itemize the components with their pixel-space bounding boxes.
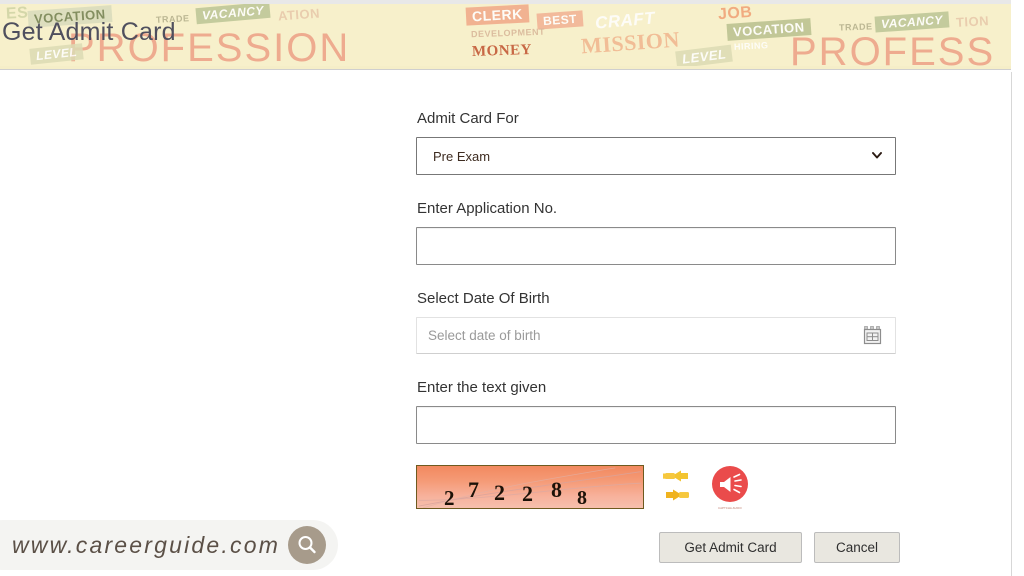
- banner-word-chip: TION: [955, 13, 990, 30]
- banner-word-chip: DEVELOPMENT: [470, 26, 546, 40]
- field-application-no: Enter Application No.: [416, 200, 896, 265]
- search-magnifier-icon: [288, 526, 327, 564]
- page-header-banner: PROFESSION PROFESS VOCATION TRADE VACANCY ATI…: [0, 0, 1011, 70]
- banner-word-chip: TRADE: [838, 21, 873, 33]
- captcha-digits: 272288: [417, 466, 643, 508]
- field-date-of-birth: Select Date Of Birth: [416, 290, 896, 354]
- page-right-margin: [1012, 72, 1024, 576]
- label-admit-card-for: Admit Card For: [417, 110, 519, 127]
- label-application-no: Enter Application No.: [417, 200, 558, 217]
- select-admit-card-for[interactable]: Pre Exam: [416, 137, 896, 175]
- get-admit-card-button[interactable]: Get Admit Card: [659, 532, 802, 563]
- captcha-text-input[interactable]: [416, 406, 896, 444]
- captcha-image: 272288: [416, 465, 644, 509]
- captcha-digit: 2: [522, 481, 533, 506]
- admit-card-form: Admit Card For Pre Exam Enter Applicatio…: [416, 110, 896, 444]
- banner-word-chip: ATION: [277, 5, 321, 24]
- page-title: Get Admit Card: [2, 18, 176, 46]
- field-captcha-text: Enter the text given: [416, 379, 896, 444]
- banner-word-chip: VACANCY: [195, 4, 271, 25]
- watermark-careerguide: www.careerguide.com: [0, 520, 339, 570]
- captcha-digit: 2: [444, 486, 455, 509]
- banner-bigword: PROFESS: [790, 30, 996, 66]
- captcha-digit: 2: [494, 480, 505, 505]
- banner-word-chip: CLERK: [465, 4, 530, 26]
- captcha-audio-icon[interactable]: CAPTCHA AUDIO: [711, 465, 749, 510]
- captcha-row: 272288 CAPTCHA AUDIO: [416, 465, 749, 510]
- cancel-button[interactable]: Cancel: [814, 532, 900, 563]
- watermark-text: www.careerguide.com: [12, 531, 281, 558]
- captcha-digit: 7: [468, 477, 479, 502]
- field-admit-card-for: Admit Card For Pre Exam: [416, 110, 896, 175]
- captcha-digit: 8: [551, 477, 562, 502]
- form-actions: Get Admit Card Cancel: [659, 532, 900, 563]
- banner-word-chip: MONEY: [471, 41, 533, 61]
- application-no-input[interactable]: [416, 227, 896, 265]
- captcha-digit: 8: [577, 487, 587, 509]
- label-date-of-birth: Select Date Of Birth: [417, 290, 550, 307]
- date-of-birth-input[interactable]: [416, 317, 896, 354]
- refresh-captcha-icon[interactable]: [660, 470, 694, 504]
- page-root: PROFESSION PROFESS VOCATION TRADE VACANCY ATI…: [0, 0, 1024, 576]
- captcha-audio-caption: CAPTCHA AUDIO: [718, 507, 742, 510]
- banner-word-chip: HIRING: [733, 40, 769, 52]
- label-captcha-text: Enter the text given: [417, 379, 547, 396]
